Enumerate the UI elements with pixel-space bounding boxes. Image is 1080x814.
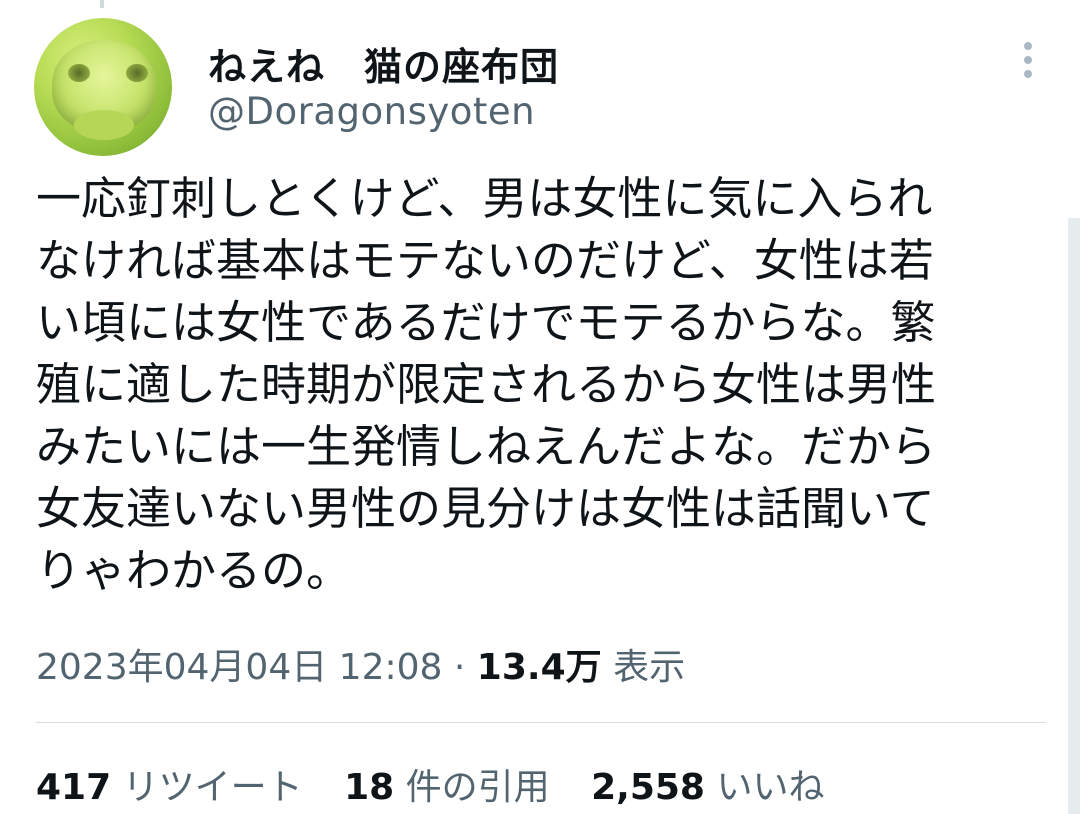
top-edge-marker: [100, 0, 104, 8]
likes-count: 2,558: [591, 767, 705, 808]
frog-eye-right: [126, 64, 148, 82]
frog-avatar-icon[interactable]: [34, 18, 172, 156]
views-count: 13.4万: [476, 647, 602, 688]
frog-belly-shape: [74, 110, 134, 140]
scrollbar-track[interactable]: [1068, 218, 1080, 814]
tweet-line: 女友達いない男性の見分けは女性は話聞いて: [36, 482, 935, 535]
tweet-line: なければ基本はモテないのだけど、女性は若: [36, 234, 934, 287]
tweet-line: 殖に適した時期が限定されるから女性は男性: [36, 358, 937, 411]
retweets-stat[interactable]: 417 リツイート: [36, 758, 303, 810]
meta-separator: ·: [453, 647, 466, 688]
tweet-line: みたいには一生発情しねえんだよな。だから: [36, 420, 937, 473]
retweets-label: リツイート: [122, 767, 303, 808]
quotes-stat[interactable]: 18 件の引用: [344, 758, 550, 810]
tweet-stats: 417 リツイート 18 件の引用 2,558 いいね: [36, 758, 854, 810]
likes-stat[interactable]: 2,558 いいね: [591, 758, 824, 810]
menu-dot: [1024, 70, 1032, 78]
quotes-count: 18: [344, 767, 395, 808]
tweet-line: りゃわかるの。: [36, 544, 352, 597]
retweets-count: 417: [36, 767, 112, 808]
divider: [36, 722, 1046, 723]
tweet-line: 一応釘刺しとくけど、男は女性に気に入られ: [36, 172, 933, 225]
quotes-label: 件の引用: [405, 767, 550, 808]
more-vertical-icon[interactable]: [1016, 40, 1040, 80]
views-label: 表示: [613, 647, 686, 688]
frog-eye-left: [68, 64, 90, 82]
tweet-body: 一応釘刺しとくけど、男は女性に気に入られ なければ基本はモテないのだけど、女性は…: [36, 168, 1046, 602]
author-display-name[interactable]: ねえね 猫の座布団: [208, 36, 559, 91]
menu-dot: [1024, 42, 1032, 50]
tweet-line: い頃には女性であるだけでモテるからな。繁: [36, 296, 936, 349]
author-handle[interactable]: @Doragonsyoten: [208, 90, 535, 133]
tweet-meta: 2023年04月04日 12:08 · 13.4万 表示: [36, 638, 685, 690]
menu-dot: [1024, 56, 1032, 64]
likes-label: いいね: [716, 767, 825, 808]
tweet-timestamp[interactable]: 2023年04月04日 12:08: [36, 647, 442, 688]
